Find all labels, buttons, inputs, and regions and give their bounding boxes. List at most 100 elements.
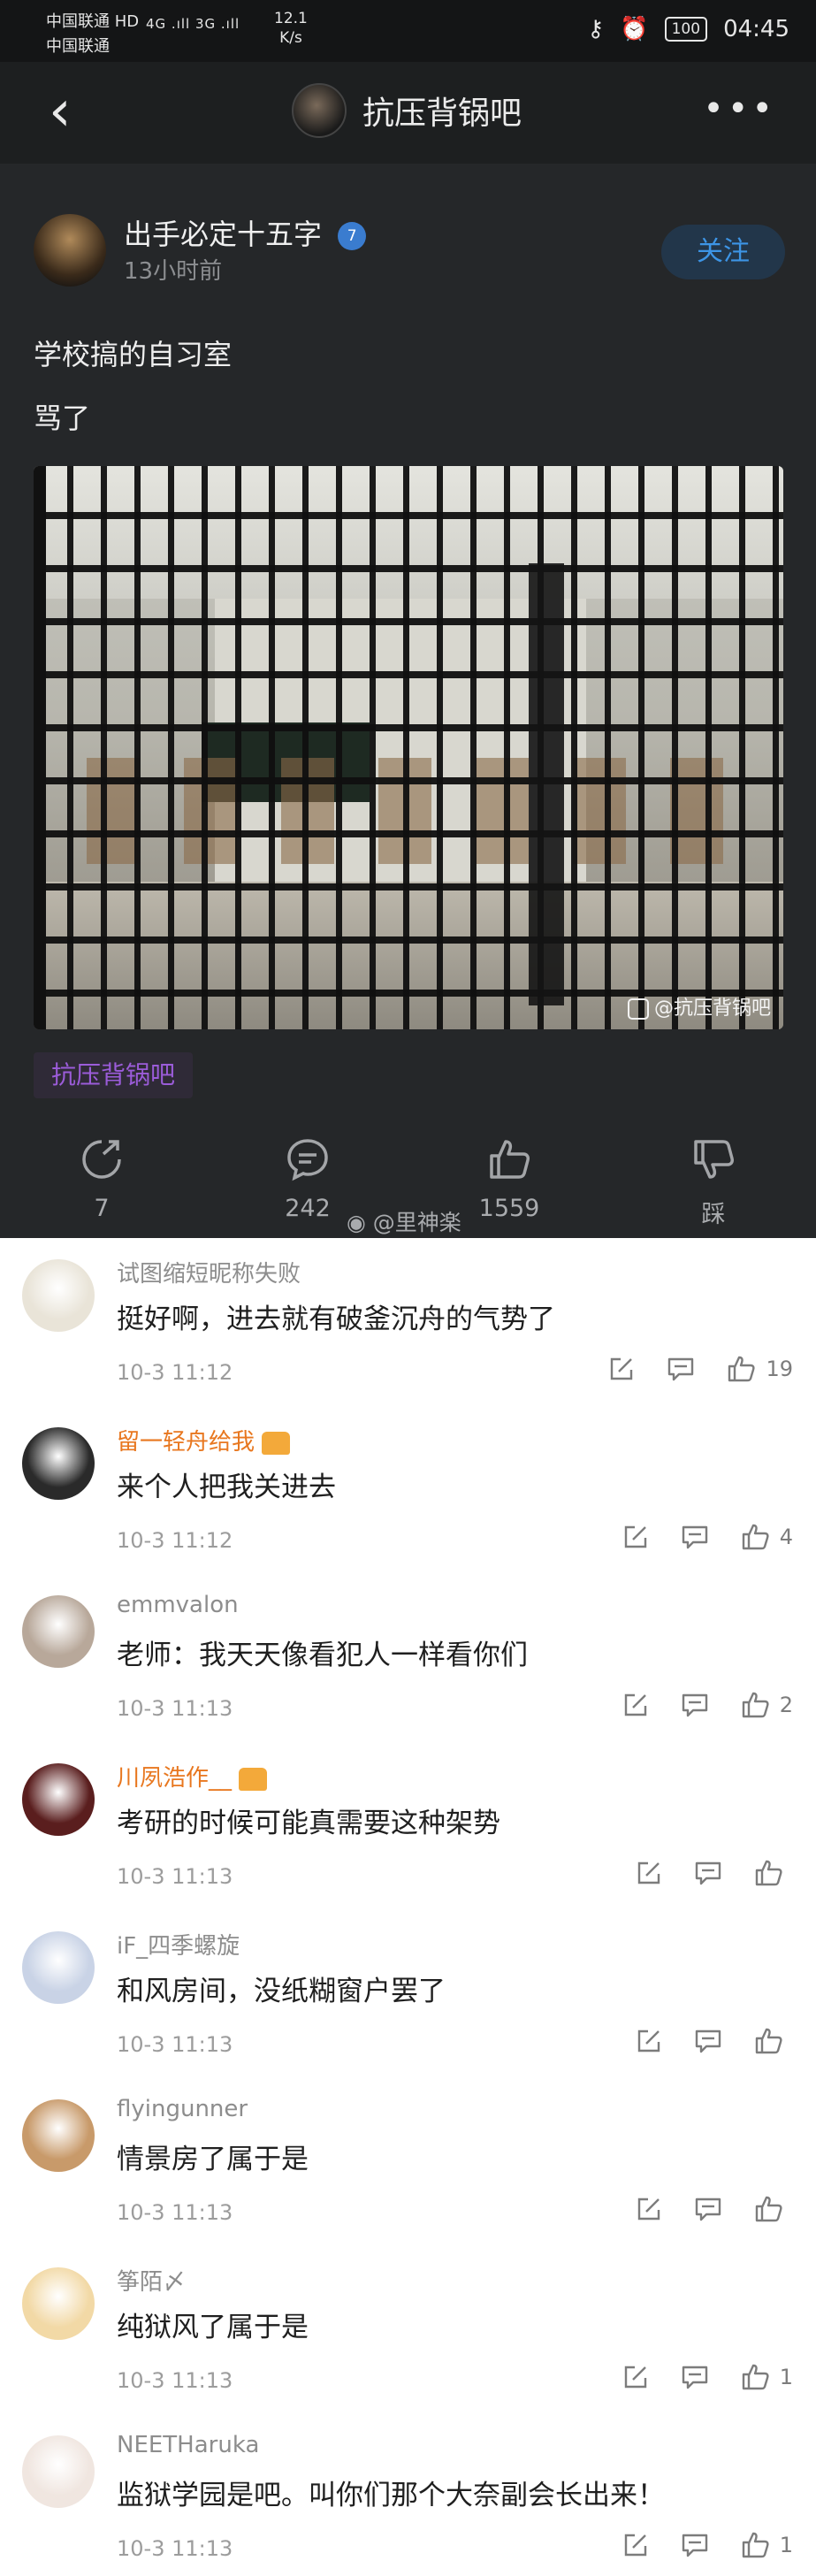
weibo-eye-icon: ◉ <box>347 1210 366 1235</box>
alarm-icon: ⏰ <box>620 16 649 42</box>
comment-text: 情景房了属于是 <box>117 2144 309 2175</box>
image-watermark: @抗压背锅吧 <box>627 992 771 1020</box>
comment-author[interactable]: 留一轻舟给我 <box>117 1424 291 1456</box>
share-icon <box>82 1140 121 1179</box>
reply-edit-icon[interactable] <box>636 2028 662 2054</box>
comment-row[interactable]: 筝陌〆 纯狱风了属于是 10-3 11:13 1 <box>0 2246 816 2414</box>
comment-bubble-icon[interactable] <box>694 2196 722 2222</box>
comment-bubble-icon[interactable] <box>681 1692 709 1718</box>
comment-author-name[interactable]: 试图缩短昵称失败 <box>117 1261 301 1288</box>
vip-crown-icon <box>262 1431 291 1455</box>
comment-row[interactable]: NEETHaruka 监狱学园是吧。叫你们那个大奈副会长出来！ 10-3 11:… <box>0 2414 816 2576</box>
post-body: 骂了 <box>34 401 91 435</box>
reply-edit-icon[interactable] <box>622 2532 649 2558</box>
avatar[interactable] <box>22 1427 95 1500</box>
level-badge: 7 <box>338 222 367 250</box>
reply-edit-icon[interactable] <box>622 2364 649 2390</box>
avatar[interactable] <box>34 214 106 287</box>
comment-time: 10-3 11:13 <box>117 2536 233 2561</box>
comment-list: 试图缩短昵称失败 挺好啊，进去就有破釜沉舟的气势了 10-3 11:12 19 … <box>0 1238 816 2576</box>
comment-author-name[interactable]: 留一轻舟给我 <box>117 1429 255 1456</box>
comment-author[interactable]: emmvalon <box>117 1592 239 1618</box>
back-arrow-icon[interactable]: ‹ <box>49 83 84 140</box>
share-count: 7 <box>94 1195 110 1222</box>
comment-bubble-icon[interactable] <box>681 2532 709 2558</box>
author-name[interactable]: 出手必定十五字 <box>124 218 322 251</box>
reply-edit-icon[interactable] <box>622 1692 649 1718</box>
comment-row[interactable]: 川夙浩作__ 考研的时候可能真需要这种架势 10-3 11:13 <box>0 1742 816 1910</box>
comment-bubble-icon[interactable] <box>681 1524 709 1550</box>
avatar[interactable] <box>22 1931 95 2004</box>
comment-like-button[interactable] <box>754 1859 793 1887</box>
avatar[interactable] <box>22 2267 95 2340</box>
comment-author-name[interactable]: 川夙浩作__ <box>117 1765 232 1792</box>
comment-row[interactable]: 试图缩短昵称失败 挺好啊，进去就有破釜沉舟的气势了 10-3 11:12 19 <box>0 1238 816 1406</box>
clock: 04:45 <box>723 16 789 42</box>
image-bars <box>34 466 783 1029</box>
comment-bubble-icon[interactable] <box>681 2364 709 2390</box>
nav-bar: ‹ 抗压背锅吧 ••• <box>0 62 816 164</box>
author-row: 出手必定十五字 7 <box>124 212 367 253</box>
comment-row[interactable]: iF_四季螺旋 和风房间，没纸糊窗户罢了 10-3 11:13 <box>0 1910 816 2078</box>
comment-text: 挺好啊，进去就有破釜沉舟的气势了 <box>117 1303 555 1335</box>
comment-actions: 1 <box>622 2363 793 2391</box>
comment-text: 来个人把我关进去 <box>117 1471 336 1503</box>
image-frame <box>34 466 46 1029</box>
comment-author-name[interactable]: emmvalon <box>117 1592 239 1618</box>
avatar[interactable] <box>22 1595 95 1668</box>
comment-author-name[interactable]: flyingunner <box>117 2096 248 2122</box>
reply-edit-icon[interactable] <box>608 1356 635 1382</box>
comment-author-name[interactable]: NEETHaruka <box>117 2432 259 2458</box>
avatar[interactable] <box>22 1259 95 1332</box>
comment-time: 10-3 11:13 <box>117 2200 233 2225</box>
comment-author-name[interactable]: iF_四季螺旋 <box>117 1933 240 1960</box>
comment-author[interactable]: 试图缩短昵称失败 <box>117 1256 301 1288</box>
comment-like-button[interactable]: 19 <box>727 1355 793 1383</box>
comment-like-count: 4 <box>779 1525 793 1549</box>
dislike-button[interactable]: 踩 <box>643 1136 784 1229</box>
comment-actions: 1 <box>622 2531 793 2559</box>
comment-bubble-icon[interactable] <box>667 1356 695 1382</box>
more-dots-icon[interactable]: ••• <box>703 88 776 129</box>
avatar[interactable] <box>22 2435 95 2508</box>
comment-like-button[interactable]: 1 <box>741 2363 793 2391</box>
avatar[interactable] <box>22 1763 95 1836</box>
forum-header[interactable]: 抗压背锅吧 <box>292 83 522 138</box>
comment-like-count: 2 <box>779 1693 793 1717</box>
forum-tag[interactable]: 抗压背锅吧 <box>34 1052 194 1098</box>
comment-actions: 19 <box>608 1355 793 1383</box>
comment-row[interactable]: 留一轻舟给我 来个人把我关进去 10-3 11:12 4 <box>0 1406 816 1574</box>
comment-author[interactable]: NEETHaruka <box>117 2432 259 2458</box>
comment-author[interactable]: 筝陌〆 <box>117 2264 186 2297</box>
comment-like-button[interactable]: 4 <box>741 1523 793 1551</box>
thumbs-up-icon <box>742 2364 769 2390</box>
avatar[interactable] <box>22 2099 95 2172</box>
reply-edit-icon[interactable] <box>622 1524 649 1550</box>
comment-author[interactable]: iF_四季螺旋 <box>117 1928 240 1961</box>
comment-author[interactable]: 川夙浩作__ <box>117 1760 268 1792</box>
comment-row[interactable]: emmvalon 老师：我天天像看犯人一样看你们 10-3 11:13 2 <box>0 1574 816 1742</box>
comment-author-name[interactable]: 筝陌〆 <box>117 2269 186 2296</box>
weibo-watermark-text: @里神楽 <box>372 1210 461 1235</box>
follow-button[interactable]: 关注 <box>661 225 785 279</box>
comment-like-button[interactable]: 1 <box>741 2531 793 2559</box>
comment-author[interactable]: flyingunner <box>117 2096 248 2122</box>
comment-like-button[interactable]: 2 <box>741 1691 793 1719</box>
post-image[interactable]: @抗压背锅吧 <box>34 466 783 1029</box>
reply-edit-icon[interactable] <box>636 2196 662 2222</box>
comment-bubble-icon[interactable] <box>694 2028 722 2054</box>
comment-text: 和风房间，没纸糊窗户罢了 <box>117 1976 446 2007</box>
vip-crown-icon <box>239 1767 268 1791</box>
comment-like-button[interactable] <box>754 2027 793 2055</box>
network-speed: 12.1 K/s <box>274 9 308 48</box>
comment-text: 纯狱风了属于是 <box>117 2312 309 2343</box>
forum-title: 抗压背锅吧 <box>362 96 522 132</box>
reply-edit-icon[interactable] <box>636 1860 662 1886</box>
dislike-label: 踩 <box>701 1201 726 1228</box>
comment-like-button[interactable] <box>754 2195 793 2223</box>
comment-bubble-icon[interactable] <box>694 1860 722 1886</box>
share-button[interactable]: 7 <box>31 1136 172 1222</box>
image-door <box>529 563 564 1005</box>
comment-text: 老师：我天天像看犯人一样看你们 <box>117 1640 528 1671</box>
comment-row[interactable]: flyingunner 情景房了属于是 10-3 11:13 <box>0 2078 816 2246</box>
